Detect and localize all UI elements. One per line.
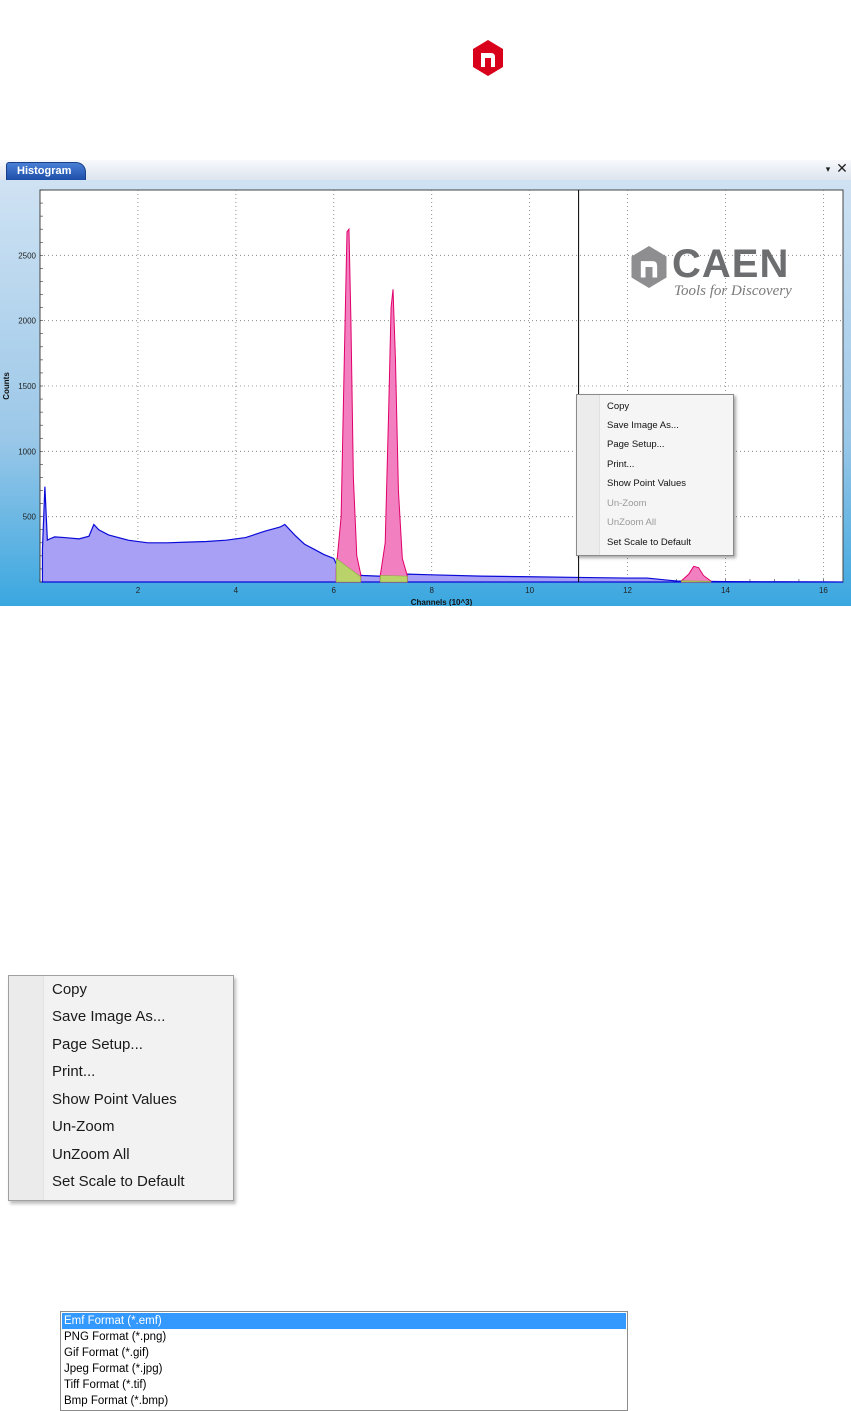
y-tick-label: 1000 [18,447,36,456]
x-tick-label: 6 [332,586,337,595]
format-option-gif[interactable]: Gif Format (*.gif) [62,1345,626,1361]
tab-histogram[interactable]: Histogram [6,162,87,180]
image-format-list[interactable]: Emf Format (*.emf) PNG Format (*.png) Gi… [60,1311,628,1411]
x-tick-label: 14 [721,586,730,595]
context-menu: Copy Save Image As... Page Setup... Prin… [576,394,734,556]
y-axis-title: Counts [2,372,11,400]
menu-item-print[interactable]: Print... [52,1058,95,1085]
x-tick-label: 16 [819,586,828,595]
menu-item-un-zoom[interactable]: Un-Zoom [52,1113,115,1140]
context-menu-enlarged: Copy Save Image As... Page Setup... Prin… [8,975,234,1201]
format-option-jpg[interactable]: Jpeg Format (*.jpg) [62,1361,626,1377]
menu-item-un-zoom: Un-Zoom [607,498,647,509]
y-tick-label: 2000 [18,317,36,326]
x-tick-label: 10 [525,586,534,595]
caen-logo-icon [473,40,503,76]
caen-watermark-icon [631,246,667,288]
caen-wordmark: CAEN [672,242,790,286]
histogram-body: 2 4 6 8 10 12 14 16 500 1000 1500 2000 2500 Channels … [0,180,851,606]
menu-item-unzoom-all[interactable]: UnZoom All [52,1141,130,1168]
x-tick-label: 4 [234,586,239,595]
format-option-emf[interactable]: Emf Format (*.emf) [62,1313,626,1329]
menu-item-set-scale-to-default[interactable]: Set Scale to Default [607,533,691,552]
peak-background-area [379,575,408,583]
menu-item-show-point-values[interactable]: Show Point Values [52,1086,177,1113]
x-tick-label: 2 [136,586,141,595]
menu-item-set-scale-to-default[interactable]: Set Scale to Default [52,1168,185,1195]
menu-gutter [9,976,44,1200]
x-axis-title: Channels (10^3) [411,598,473,606]
menu-item-save-image-as[interactable]: Save Image As... [52,1003,165,1030]
histogram-window: Histogram ▾ ✕ 2 4 6 8 10 12 14 16 500 1000 1500 200… [0,160,851,606]
format-option-bmp[interactable]: Bmp Format (*.bmp) [62,1393,626,1409]
caen-tagline: Tools for Discovery [674,283,792,299]
x-tick-label: 8 [429,586,434,595]
menu-gutter [577,395,600,555]
x-tick-label: 12 [623,586,632,595]
menu-item-page-setup[interactable]: Page Setup... [607,435,665,454]
menu-item-copy[interactable]: Copy [607,397,629,416]
dropdown-icon[interactable]: ▾ [822,163,834,177]
tab-bar: Histogram ▾ ✕ [0,160,851,181]
menu-item-show-point-values[interactable]: Show Point Values [607,474,686,493]
menu-item-save-image-as[interactable]: Save Image As... [607,416,679,435]
y-tick-label: 1500 [18,382,36,391]
format-option-png[interactable]: PNG Format (*.png) [62,1329,626,1345]
menu-item-copy[interactable]: Copy [52,976,87,1003]
menu-item-print[interactable]: Print... [607,455,634,474]
menu-item-page-setup[interactable]: Page Setup... [52,1031,143,1058]
close-icon[interactable]: ✕ [836,161,848,177]
y-tick-label: 500 [23,513,37,522]
format-option-tif[interactable]: Tiff Format (*.tif) [62,1377,626,1393]
menu-item-unzoom-all: UnZoom All [607,517,657,528]
y-tick-label: 2500 [18,251,36,260]
